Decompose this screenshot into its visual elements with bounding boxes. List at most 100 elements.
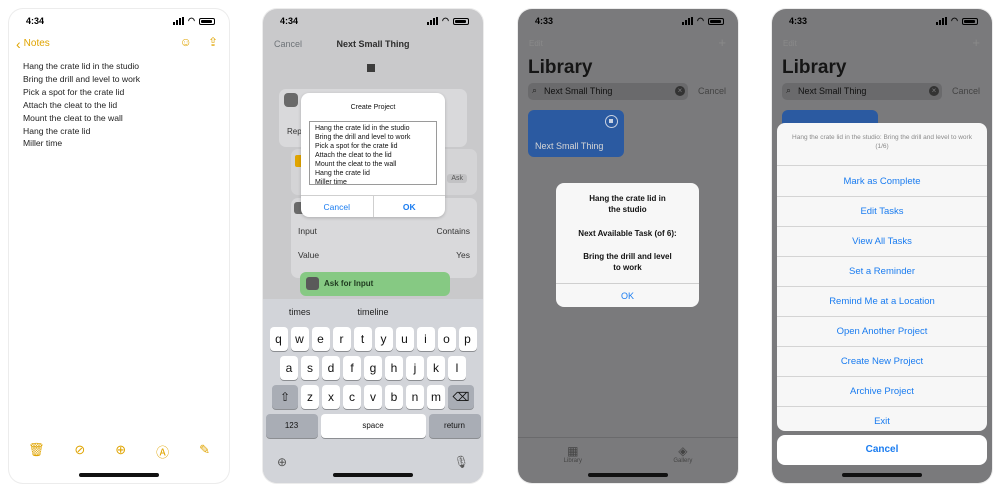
share-icon[interactable]: ⇪ (208, 35, 218, 49)
key[interactable]: s (301, 356, 319, 380)
ask-button[interactable]: Ask (447, 174, 467, 183)
action-icon (284, 93, 298, 107)
mark-complete-action[interactable]: Mark as Complete (777, 167, 987, 197)
space-key[interactable]: space (320, 414, 426, 438)
key[interactable]: d (322, 356, 340, 380)
globe-icon[interactable]: ⊕ (277, 455, 287, 469)
gallery-stack-icon: ◈ (678, 444, 688, 458)
key[interactable]: y (374, 327, 393, 351)
library-alert-screen: 4:33 ◠ Edit + Library ⌕ Next Small Thing… (518, 9, 738, 483)
stop-icon[interactable] (605, 115, 618, 128)
tab-gallery[interactable]: ◈ Gallery (673, 444, 692, 483)
search-cancel-button[interactable]: Cancel (952, 86, 980, 96)
edit-button[interactable]: Edit (783, 39, 797, 48)
exit-action[interactable]: Exit (777, 407, 987, 431)
edit-button[interactable]: Edit (529, 39, 543, 48)
key[interactable]: w (290, 327, 309, 351)
edit-tasks-action[interactable]: Edit Tasks (777, 197, 987, 227)
library-grid-icon: ▦ (567, 444, 579, 458)
action-sheet: Hang the crate lid in the studio: Bring … (777, 123, 987, 431)
ask-for-input-action[interactable]: Ask for Input (300, 272, 450, 296)
key[interactable]: b (385, 385, 403, 409)
key[interactable]: f (343, 356, 361, 380)
cellular-signal-icon (173, 17, 185, 25)
key[interactable]: x (322, 385, 340, 409)
tab-library[interactable]: ▦ Library (564, 444, 582, 483)
shift-key[interactable]: ⇧ (272, 385, 298, 409)
key[interactable]: a (280, 356, 298, 380)
create-new-project-action[interactable]: Create New Project (777, 347, 987, 377)
numbers-key[interactable]: 123 (265, 414, 318, 438)
archive-project-action[interactable]: Archive Project (777, 377, 987, 407)
notes-toolbar: 🗑 ⊘ ⊕ Ⓐ ✎ (9, 442, 229, 461)
battery-icon (199, 17, 215, 25)
return-key[interactable]: return (428, 414, 481, 438)
search-field[interactable]: ⌕ Next Small Thing × (782, 83, 942, 100)
project-text-field[interactable]: Hang the crate lid in the studio Bring t… (309, 121, 437, 186)
tab-label: Gallery (673, 458, 693, 464)
key[interactable]: v (364, 385, 382, 409)
repeat-label: Rep (287, 127, 302, 136)
input-value[interactable]: Contains (436, 226, 470, 236)
shortcut-title: Next Small Thing (535, 141, 604, 151)
search-text: Next Small Thing (798, 86, 867, 96)
key[interactable]: t (353, 327, 372, 351)
share-people-icon[interactable]: ☺ (180, 35, 192, 49)
key[interactable]: u (395, 327, 414, 351)
alert-ok-button[interactable]: OK (556, 283, 699, 307)
trash-icon[interactable]: 🗑 (28, 442, 45, 461)
stop-icon[interactable] (367, 64, 375, 72)
key[interactable]: m (427, 385, 445, 409)
dialog-cancel-button[interactable]: Cancel (301, 196, 373, 217)
key[interactable]: l (448, 356, 466, 380)
value-value[interactable]: Yes (456, 250, 470, 260)
dialog-ok-button[interactable]: OK (372, 196, 446, 217)
key[interactable]: c (343, 385, 361, 409)
notes-back-button[interactable]: ‹ Notes (16, 37, 50, 51)
view-all-tasks-action[interactable]: View All Tasks (777, 227, 987, 257)
sheet-cancel-button[interactable]: Cancel (777, 435, 987, 465)
key[interactable]: k (427, 356, 445, 380)
compose-icon[interactable]: ✎ (199, 442, 210, 461)
key[interactable]: p (458, 327, 477, 351)
add-icon[interactable]: ⊕ (115, 442, 126, 461)
key[interactable]: n (406, 385, 424, 409)
search-field[interactable]: ⌕ Next Small Thing × (528, 83, 688, 100)
add-icon[interactable]: + (718, 35, 726, 50)
key[interactable]: q (269, 327, 288, 351)
suggestion-bar: times timeline (263, 307, 483, 317)
suggestion-item[interactable] (410, 307, 483, 317)
wifi-icon: ◠ (188, 16, 195, 25)
key[interactable]: i (416, 327, 435, 351)
key[interactable]: j (406, 356, 424, 380)
suggestion-item[interactable]: times (263, 307, 336, 317)
suggestion-item[interactable]: timeline (336, 307, 409, 317)
checklist-icon[interactable]: ⊘ (74, 442, 85, 461)
delete-key[interactable]: ⌫ (448, 385, 474, 409)
open-another-project-action[interactable]: Open Another Project (777, 317, 987, 347)
key-row-3: ⇧ z x c v b n m ⌫ (263, 385, 483, 409)
key[interactable]: o (437, 327, 456, 351)
search-cancel-button[interactable]: Cancel (698, 86, 726, 96)
clear-icon[interactable]: × (929, 86, 939, 96)
remind-location-action[interactable]: Remind Me at a Location (777, 287, 987, 317)
shortcut-tile[interactable]: Next Small Thing (528, 110, 624, 157)
text-line: Hang the crate lid in the studio (315, 125, 410, 132)
battery-icon (708, 17, 724, 25)
nav-cancel-button[interactable]: Cancel (274, 39, 302, 49)
task-alert: Hang the crate lid in the studio Next Av… (556, 183, 699, 307)
key[interactable]: r (332, 327, 351, 351)
key[interactable]: g (364, 356, 382, 380)
note-body[interactable]: Hang the crate lid in the studio Bring t… (23, 60, 140, 150)
battery-icon (453, 17, 469, 25)
key[interactable]: h (385, 356, 403, 380)
microphone-icon[interactable]: 🎙 (454, 455, 469, 469)
key[interactable]: e (311, 327, 330, 351)
markup-icon[interactable]: Ⓐ (156, 442, 169, 461)
key[interactable]: z (301, 385, 319, 409)
add-icon[interactable]: + (972, 35, 980, 50)
status-bar: 4:34 ◠ (9, 15, 229, 29)
status-time: 4:34 (26, 16, 45, 26)
clear-icon[interactable]: × (675, 86, 685, 96)
set-reminder-action[interactable]: Set a Reminder (777, 257, 987, 287)
